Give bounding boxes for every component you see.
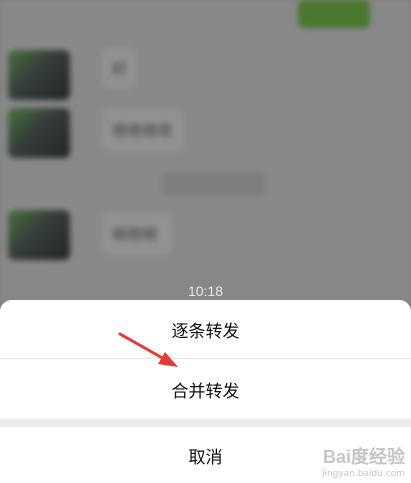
- forward-one-by-one-button[interactable]: 逐条转发: [0, 300, 411, 359]
- watermark-url: jingyan.baidu.com: [321, 469, 405, 479]
- forward-one-by-one-label: 逐条转发: [171, 321, 240, 342]
- watermark-logo: Bai度经验: [322, 447, 405, 467]
- forward-merged-button[interactable]: 合并转发: [0, 359, 411, 419]
- separator: [0, 419, 411, 427]
- cancel-label: 取消: [188, 447, 223, 468]
- watermark: Bai度经验 jingyan.baidu.com: [322, 443, 405, 479]
- timestamp: 10:18: [187, 283, 224, 299]
- forward-merged-label: 合并转发: [171, 381, 240, 402]
